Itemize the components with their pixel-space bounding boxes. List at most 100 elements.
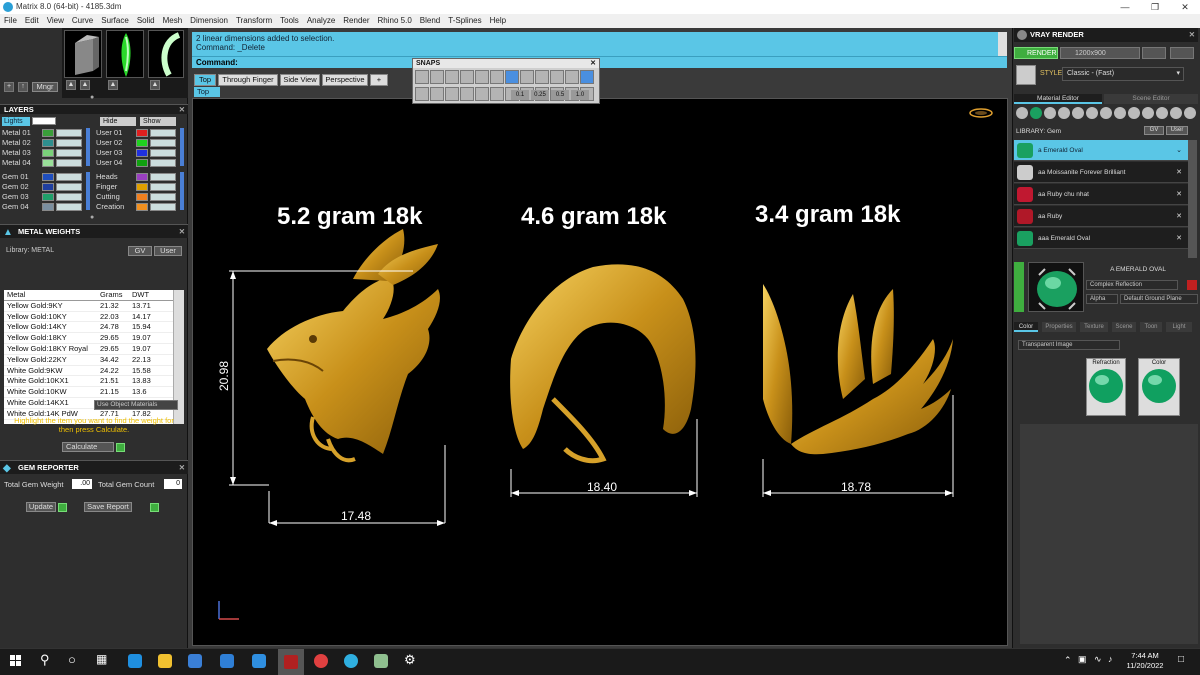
update-button[interactable]: Update xyxy=(26,502,56,512)
layer-toggles[interactable] xyxy=(150,149,176,157)
globe-icon[interactable] xyxy=(1086,107,1098,119)
thumb-green[interactable] xyxy=(106,30,144,78)
tab-side-view[interactable]: Side View xyxy=(280,74,320,86)
layer-color-swatch[interactable] xyxy=(136,203,148,211)
layer-toggles[interactable] xyxy=(56,129,82,137)
matrix-app-active[interactable] xyxy=(278,649,304,675)
tb-btn-3[interactable]: ▲ xyxy=(108,80,118,90)
table-row[interactable]: Yellow Gold:9KY 21.32 13.71 xyxy=(4,301,184,312)
snap-value-button[interactable]: 0.5 xyxy=(551,90,569,100)
vray-close-icon[interactable]: ✕ xyxy=(1189,28,1195,42)
dragon-icon[interactable] xyxy=(1184,107,1196,119)
layer-toggles[interactable] xyxy=(150,139,176,147)
layer-color-swatch[interactable] xyxy=(42,173,54,181)
mat-gv-button[interactable]: GV xyxy=(1144,126,1164,135)
tb-btn-2[interactable]: ▲ xyxy=(80,80,90,90)
tab-through-finger[interactable]: Through Finger xyxy=(218,74,278,86)
layer-color-swatch[interactable] xyxy=(42,159,54,167)
layer-color-swatch[interactable] xyxy=(42,129,54,137)
tab-add[interactable]: + xyxy=(370,74,388,86)
material-item[interactable]: aa Ruby chu nhat ✕ xyxy=(1014,184,1188,205)
layer-toggles[interactable] xyxy=(150,159,176,167)
material-expand-button[interactable] xyxy=(1014,262,1024,312)
layer-toggles[interactable] xyxy=(56,203,82,211)
render-more-button[interactable] xyxy=(1170,47,1194,59)
show-button[interactable]: Show xyxy=(140,117,176,126)
snap-button[interactable] xyxy=(565,70,579,84)
layer-color-swatch[interactable] xyxy=(42,183,54,191)
layer-toggles[interactable] xyxy=(150,203,176,211)
table-row[interactable]: Yellow Gold:18KY 29.65 19.07 xyxy=(4,333,184,344)
snap-button[interactable] xyxy=(430,70,444,84)
layer-color-swatch[interactable] xyxy=(136,183,148,191)
material-subtab[interactable]: Toon xyxy=(1140,322,1162,332)
snap-button[interactable] xyxy=(505,70,519,84)
windows-start-icon[interactable] xyxy=(10,655,22,667)
layer-color-swatch[interactable] xyxy=(42,203,54,211)
chrome-icon[interactable] xyxy=(314,654,328,668)
widgets-icon[interactable]: ▦ xyxy=(96,652,107,666)
gem-icon[interactable] xyxy=(1030,107,1042,119)
table-row[interactable]: Yellow Gold:14KY 24.78 15.94 xyxy=(4,322,184,334)
metal-user-button[interactable]: User xyxy=(154,246,182,256)
zalo-icon[interactable] xyxy=(252,654,266,668)
ground-plane-select[interactable]: Default Ground Plane xyxy=(1120,294,1198,304)
calculate-button[interactable]: Calculate xyxy=(62,442,114,452)
snap-button[interactable] xyxy=(445,70,459,84)
cloud-icon[interactable] xyxy=(1142,107,1154,119)
render-button[interactable]: RENDER xyxy=(1014,47,1058,59)
snap-button[interactable] xyxy=(445,87,459,101)
snap-button[interactable] xyxy=(460,70,474,84)
menu-curve[interactable]: Curve xyxy=(68,14,97,28)
material-list-scrollbar[interactable] xyxy=(1188,140,1197,258)
save-report-button[interactable]: Save Report xyxy=(84,502,132,512)
panel-grip-icon[interactable]: ● xyxy=(90,94,94,101)
tb-btn-4[interactable]: ▲ xyxy=(150,80,160,90)
layer-color-swatch[interactable] xyxy=(136,173,148,181)
remove-icon[interactable]: ✕ xyxy=(1176,162,1182,183)
table-row[interactable]: Yellow Gold:10KY 22.03 14.17 xyxy=(4,312,184,323)
menu-file[interactable]: File xyxy=(0,14,21,28)
resolution-field[interactable]: 1200x900 xyxy=(1060,47,1140,59)
layer-color-swatch[interactable] xyxy=(136,139,148,147)
tab-top[interactable]: Top xyxy=(194,74,216,86)
lights-button[interactable]: Lights xyxy=(2,117,30,126)
lights-swatch[interactable] xyxy=(32,117,56,125)
snap-value-button[interactable]: 0.1 xyxy=(511,90,529,100)
layer-row[interactable]: Gem 04 xyxy=(2,202,92,212)
metal-gv-button[interactable]: GV xyxy=(128,246,152,256)
menu-tools[interactable]: Tools xyxy=(276,14,303,28)
layers-close-icon[interactable]: ✕ xyxy=(179,105,185,115)
add-button[interactable]: + xyxy=(4,82,14,92)
layer-color-swatch[interactable] xyxy=(42,193,54,201)
tab-material-editor[interactable]: Material Editor xyxy=(1014,94,1102,104)
menu-blend[interactable]: Blend xyxy=(416,14,444,28)
fire-icon[interactable] xyxy=(1016,107,1028,119)
remove-icon[interactable]: ✕ xyxy=(1176,184,1182,205)
menu-solid[interactable]: Solid xyxy=(133,14,159,28)
mngr-button[interactable]: Mngr xyxy=(32,82,58,92)
layer-color-swatch[interactable] xyxy=(136,149,148,157)
metal-close-icon[interactable]: ✕ xyxy=(179,225,185,239)
tray-chevron-icon[interactable]: ⌃ xyxy=(1064,655,1072,666)
layer-color-swatch[interactable] xyxy=(42,149,54,157)
material-subtab[interactable]: Light xyxy=(1166,322,1192,332)
menu-mesh[interactable]: Mesh xyxy=(159,14,187,28)
layer-toggles[interactable] xyxy=(150,183,176,191)
app-blue-icon[interactable] xyxy=(344,654,358,668)
color-slot[interactable]: Color xyxy=(1138,358,1180,416)
minimize-button[interactable]: — xyxy=(1110,0,1140,14)
viewport-label[interactable]: Top xyxy=(194,87,220,97)
volume-icon[interactable]: ♪ xyxy=(1108,654,1113,664)
layer-toggles[interactable] xyxy=(150,129,176,137)
layer-toggles[interactable] xyxy=(150,193,176,201)
layer-toggles[interactable] xyxy=(150,173,176,181)
snap-button[interactable] xyxy=(580,70,594,84)
material-item[interactable]: aa Ruby ✕ xyxy=(1014,206,1188,227)
alpha-select[interactable]: Alpha xyxy=(1086,294,1118,304)
layer-row[interactable]: Gem 02 xyxy=(2,182,92,192)
layer-toggles[interactable] xyxy=(56,173,82,181)
remove-icon[interactable]: ✕ xyxy=(1176,228,1182,249)
table-row[interactable]: Yellow Gold:18KY Royal 29.65 19.07 xyxy=(4,344,184,355)
layer-row[interactable]: User 04 xyxy=(96,158,186,168)
